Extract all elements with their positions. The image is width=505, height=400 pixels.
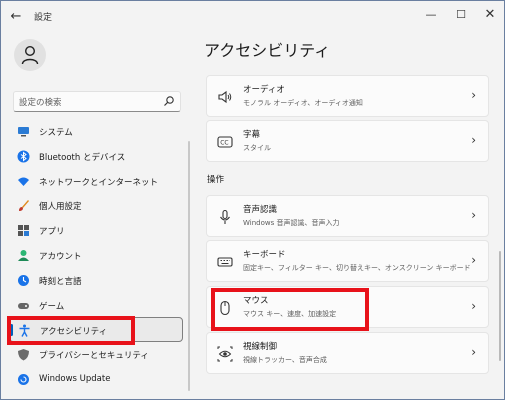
sidebar-item-label: Bluetooth とデバイス [39,152,126,163]
chevron-right-icon: › [471,133,476,147]
sidebar-scrollbar[interactable] [188,141,190,391]
maximize-icon: ☐ [456,8,466,21]
chevron-right-icon: › [471,88,476,102]
chevron-right-icon: › [471,253,476,267]
wifi-icon [18,177,29,186]
keyboard-icon [217,257,233,267]
search-icon[interactable] [163,95,175,107]
sidebar-item-label: アクセシビリティ [40,327,108,338]
apps-icon [18,225,29,237]
sidebar-item-label: 個人用設定 [39,202,82,213]
sidebar-item-label: システム [39,128,73,138]
sidebar-item-label: アプリ [39,227,65,238]
search-input[interactable]: 設定の検索 [19,96,62,108]
shield-icon [18,349,29,361]
minimize-icon: — [425,8,437,21]
sidebar-item-label: ネットワークとインターネット [39,177,159,188]
card-title: オーディオ [243,85,285,95]
setting-card-eye-control[interactable]: 視線制御 視線トラッカー、音声合成 › [206,332,489,374]
sidebar-item-privacy[interactable]: プライバシーとセキュリティ [9,342,183,367]
speaker-icon [218,90,232,104]
card-subtitle: 視線トラッカー、音声合成 [243,356,327,364]
arrow-left-icon: ← [10,9,22,24]
bluetooth-icon [17,150,30,163]
card-subtitle: Windows 音声認識、音声入力 [243,219,340,227]
microphone-icon [220,209,230,224]
closed-captions-icon: CC [217,136,233,148]
sidebar-item-label: ゲーム [39,301,65,312]
back-button[interactable]: ← [7,9,25,25]
brush-icon [19,200,29,212]
setting-card-keyboard[interactable]: キーボード 固定キー、フィルター キー、切り替えキー、オンスクリーン キーボード… [206,240,489,282]
sidebar-item-gaming[interactable]: ゲーム [9,293,183,318]
main-scrollbar[interactable] [499,251,501,361]
accessibility-icon [19,324,30,338]
sidebar-item-windows-update[interactable]: Windows Update [9,367,183,392]
card-title: 字幕 [243,130,261,140]
card-title: マウス [243,296,269,306]
sidebar-item-personalization[interactable]: 個人用設定 [9,193,183,218]
sidebar-nav: システム Bluetooth とデバイス ネットワークとインターネット 個人用設… [9,119,185,392]
chevron-right-icon: › [471,208,476,222]
eye-control-icon [217,346,233,362]
title-bar: ← 設定 — ☐ ✕ [1,1,504,33]
sidebar-item-bluetooth[interactable]: Bluetooth とデバイス [9,144,183,169]
card-subtitle: 固定キー、フィルター キー、切り替えキー、オンスクリーン キーボード [243,264,471,272]
chevron-right-icon: › [471,299,476,313]
sidebar-item-accessibility[interactable]: アクセシビリティ [9,317,183,343]
search-box[interactable]: 設定の検索 [13,91,181,112]
sidebar-item-apps[interactable]: アプリ [9,218,183,243]
selection-indicator [10,324,13,337]
settings-window: ← 設定 — ☐ ✕ 設定の検索 システム Bluetooth とデバイス ネッ… [0,0,505,400]
card-title: キーボード [243,250,286,260]
mouse-icon [220,300,230,316]
sidebar-item-time-language[interactable]: 時刻と言語 [9,268,183,293]
sidebar-item-accounts[interactable]: アカウント [9,243,183,268]
update-icon [18,373,29,385]
maximize-button[interactable]: ☐ [447,5,475,25]
monitor-icon [18,127,29,137]
card-title: 音声認識 [243,205,278,215]
setting-card-speech[interactable]: 音声認識 Windows 音声認識、音声入力 › [206,195,489,237]
section-header-interaction: 操作 [207,175,225,185]
sidebar-item-system[interactable]: システム [9,119,183,144]
close-button[interactable]: ✕ [476,5,504,25]
card-subtitle: マウス キー、速度、加速設定 [243,310,337,318]
sidebar-item-label: アカウント [39,251,82,262]
avatar[interactable] [14,39,46,71]
svg-text:CC: CC [220,140,228,147]
setting-card-audio[interactable]: オーディオ モノラル オーディオ、オーディオ通知 › [206,75,489,117]
person-icon [18,249,29,261]
minimize-button[interactable]: — [417,5,445,25]
setting-card-captions[interactable]: CC 字幕 スタイル › [206,120,489,162]
sidebar-item-label: プライバシーとセキュリティ [39,351,149,362]
user-icon [21,45,39,65]
gamepad-icon [18,302,29,309]
card-subtitle: モノラル オーディオ、オーディオ通知 [243,99,363,107]
globe-clock-icon [18,274,29,286]
app-title: 設定 [34,13,53,23]
close-icon: ✕ [484,7,496,22]
page-title: アクセシビリティ [204,41,331,60]
sidebar-item-network[interactable]: ネットワークとインターネット [9,169,183,194]
sidebar-item-label: 時刻と言語 [39,276,82,287]
card-title: 視線制御 [243,342,278,352]
chevron-right-icon: › [471,345,476,359]
setting-card-mouse[interactable]: マウス マウス キー、速度、加速設定 › [206,286,489,328]
card-subtitle: スタイル [243,144,271,152]
sidebar-item-label: Windows Update [39,373,111,384]
